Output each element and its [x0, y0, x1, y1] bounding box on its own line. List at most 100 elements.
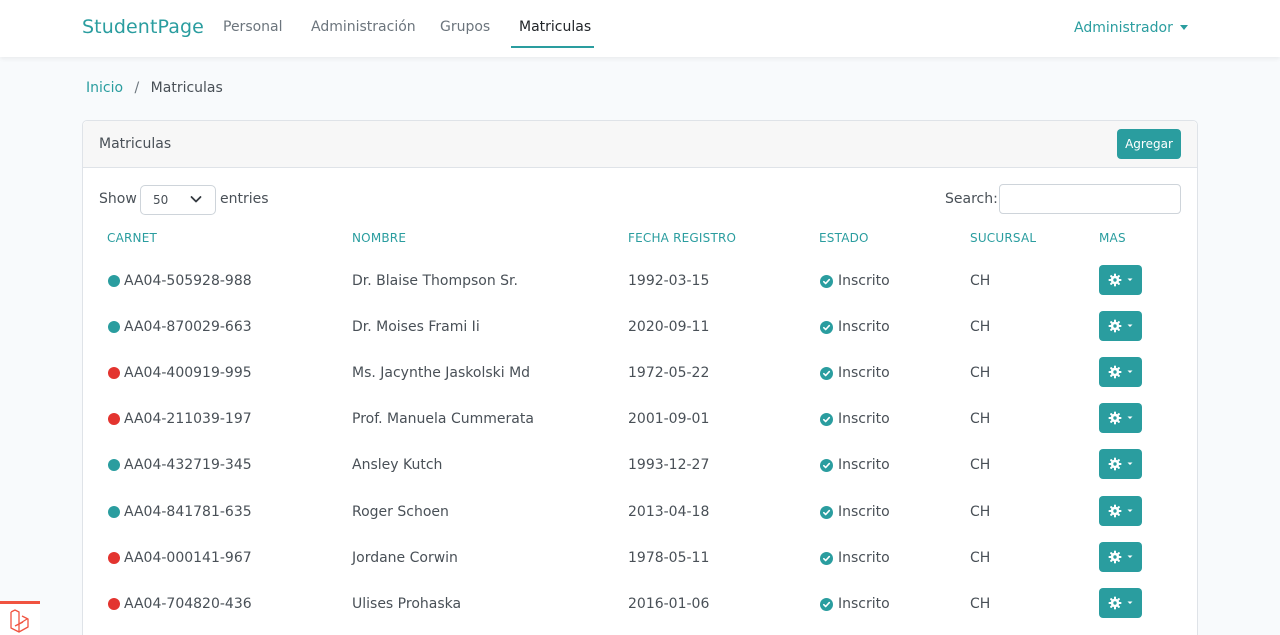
show-label: Show: [99, 191, 137, 207]
check-circle-icon: [820, 412, 833, 426]
table-row: AA04-000141-967 Jordane Corwin 1978-05-1…: [83, 535, 1197, 581]
row-actions-button[interactable]: [1099, 588, 1142, 618]
gear-icon: [1108, 411, 1121, 425]
nav-link-administracion[interactable]: Administración: [311, 19, 416, 35]
nombre-cell: Prof. Manuela Cummerata: [352, 411, 534, 427]
table-row: AA04-870029-663 Dr. Moises Frami Ii 2020…: [83, 304, 1197, 350]
carnet-cell: AA04-505928-988: [108, 258, 252, 304]
row-actions-button[interactable]: [1099, 496, 1142, 526]
fecha-cell: 1992-03-15: [628, 273, 710, 289]
sucursal-cell: CH: [970, 411, 991, 427]
laravel-logo-icon: [10, 609, 29, 633]
caret-down-icon: [1127, 601, 1132, 604]
sucursal-cell: CH: [970, 319, 991, 335]
table-row: AA04-704820-436 Ulises Prohaska 2016-01-…: [83, 581, 1197, 627]
row-actions-button[interactable]: [1099, 542, 1142, 572]
nav-link-matriculas[interactable]: Matriculas: [519, 19, 591, 35]
nav-link-grupos[interactable]: Grupos: [440, 19, 490, 35]
carnet-text: AA04-704820-436: [124, 596, 252, 612]
header-nombre[interactable]: NOMBRE: [352, 231, 406, 245]
table-row: AA04-400919-995 Ms. Jacynthe Jaskolski M…: [83, 350, 1197, 396]
caret-down-icon: [1127, 370, 1132, 373]
card-title: Matriculas: [99, 136, 172, 152]
estado-text: Inscrito: [838, 504, 890, 520]
carnet-text: AA04-400919-995: [124, 365, 252, 381]
estado-text: Inscrito: [838, 273, 890, 289]
estado-cell: Inscrito: [820, 396, 890, 442]
nombre-cell: Ulises Prohaska: [352, 596, 462, 612]
gear-icon: [1108, 550, 1121, 564]
sucursal-cell: CH: [970, 457, 991, 473]
breadcrumb-home[interactable]: Inicio: [86, 80, 123, 96]
header-sucursal[interactable]: SUCURSAL: [970, 231, 1036, 245]
breadcrumb-current: Matriculas: [150, 80, 223, 96]
row-actions-button[interactable]: [1099, 403, 1142, 433]
matriculas-card: Matriculas Agregar Show 50 entries Searc…: [82, 120, 1198, 635]
fecha-cell: 1972-05-22: [628, 365, 710, 381]
estado-cell: Inscrito: [820, 581, 890, 627]
check-circle-icon: [820, 551, 833, 565]
gear-icon: [1108, 319, 1121, 333]
caret-down-icon: [1127, 509, 1132, 512]
carnet-text: AA04-211039-197: [124, 411, 252, 427]
sucursal-cell: CH: [970, 596, 991, 612]
carnet-cell: AA04-704820-436: [108, 581, 252, 627]
nav-link-personal[interactable]: Personal: [223, 19, 283, 35]
brand-logo[interactable]: StudentPage: [82, 16, 204, 38]
estado-cell: Inscrito: [820, 442, 890, 488]
laravel-icon[interactable]: [0, 601, 40, 635]
table-row: AA04-505928-988 Dr. Blaise Thompson Sr. …: [83, 258, 1197, 304]
row-actions-button[interactable]: [1099, 449, 1142, 479]
status-dot-icon: [108, 321, 120, 333]
check-circle-icon: [820, 274, 833, 288]
caret-down-icon: [1127, 555, 1132, 558]
status-dot-icon: [108, 367, 120, 379]
check-circle-icon: [820, 366, 833, 380]
estado-text: Inscrito: [838, 411, 890, 427]
caret-down-icon: [1127, 462, 1132, 465]
nombre-cell: Roger Schoen: [352, 504, 449, 520]
gear-icon: [1108, 365, 1121, 379]
table-row: AA04-841781-635 Roger Schoen 2013-04-18 …: [83, 489, 1197, 535]
entries-select[interactable]: 50: [140, 185, 216, 215]
user-menu-dropdown[interactable]: Administrador: [1074, 20, 1188, 36]
estado-text: Inscrito: [838, 550, 890, 566]
header-carnet[interactable]: CARNET: [107, 231, 157, 245]
top-navbar: StudentPage Personal Administración Grup…: [0, 0, 1280, 57]
carnet-cell: AA04-000141-967: [108, 535, 252, 581]
fecha-cell: 2013-04-18: [628, 504, 710, 520]
status-dot-icon: [108, 552, 120, 564]
breadcrumb: Inicio / Matriculas: [86, 80, 223, 96]
header-estado[interactable]: ESTADO: [819, 231, 869, 245]
header-fecha-registro[interactable]: FECHA REGISTRO: [628, 231, 736, 245]
sucursal-cell: CH: [970, 365, 991, 381]
table-row: AA04-211039-197 Prof. Manuela Cummerata …: [83, 396, 1197, 442]
sucursal-cell: CH: [970, 504, 991, 520]
estado-text: Inscrito: [838, 365, 890, 381]
gear-icon: [1108, 504, 1121, 518]
user-menu-label: Administrador: [1074, 20, 1173, 36]
row-actions-button[interactable]: [1099, 311, 1142, 341]
entries-label: entries: [220, 191, 269, 207]
search-label: Search:: [945, 191, 998, 207]
fecha-cell: 1978-05-11: [628, 550, 710, 566]
carnet-text: AA04-505928-988: [124, 273, 252, 289]
check-circle-icon: [820, 505, 833, 519]
search-input[interactable]: [999, 184, 1181, 214]
header-mas[interactable]: MAS: [1099, 231, 1126, 245]
row-actions-button[interactable]: [1099, 357, 1142, 387]
check-circle-icon: [820, 597, 833, 611]
carnet-text: AA04-841781-635: [124, 504, 252, 520]
caret-down-icon: [1127, 278, 1132, 281]
carnet-cell: AA04-870029-663: [108, 304, 252, 350]
chevron-down-icon: [190, 196, 202, 203]
gear-icon: [1108, 457, 1121, 471]
status-dot-icon: [108, 506, 120, 518]
fecha-cell: 2020-09-11: [628, 319, 710, 335]
carnet-cell: AA04-841781-635: [108, 489, 252, 535]
carnet-text: AA04-432719-345: [124, 457, 252, 473]
row-actions-button[interactable]: [1099, 265, 1142, 295]
nombre-cell: Ansley Kutch: [352, 457, 443, 473]
add-button[interactable]: Agregar: [1117, 129, 1181, 159]
fecha-cell: 2016-01-06: [628, 596, 710, 612]
